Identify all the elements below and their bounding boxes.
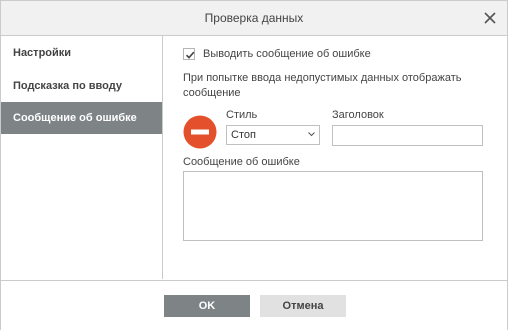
sidebar-item-settings[interactable]: Настройки <box>1 37 162 69</box>
stop-icon <box>183 115 217 149</box>
close-icon <box>484 12 496 24</box>
sidebar-item-error-message[interactable]: Сообщение об ошибке <box>1 102 162 134</box>
show-error-row: Выводить сообщение об ошибке <box>183 47 371 61</box>
sidebar-item-label: Сообщение об ошибке <box>13 112 137 124</box>
checkmark-icon <box>185 51 195 59</box>
sidebar: Настройки Подсказка по вводу Сообщение о… <box>1 36 163 279</box>
dialog-titlebar: Проверка данных <box>1 1 507 36</box>
dialog-title: Проверка данных <box>204 11 304 25</box>
message-label: Сообщение об ошибке <box>183 156 300 168</box>
data-validation-dialog: Проверка данных Настройки Подсказка по в… <box>0 0 508 330</box>
cancel-button[interactable]: Отмена <box>260 295 346 317</box>
show-error-label: Выводить сообщение об ошибке <box>203 48 371 60</box>
sidebar-item-input-hint[interactable]: Подсказка по вводу <box>1 70 162 102</box>
sidebar-item-label: Настройки <box>13 47 72 59</box>
style-select[interactable]: Стоп <box>226 125 320 145</box>
style-select-value: Стоп <box>231 129 256 141</box>
title-label: Заголовок <box>332 109 384 121</box>
sidebar-item-label: Подсказка по вводу <box>13 80 122 92</box>
message-textarea[interactable] <box>183 171 483 241</box>
style-label: Стиль <box>226 109 258 121</box>
ok-button[interactable]: OK <box>164 295 250 317</box>
close-button[interactable] <box>481 9 499 27</box>
chevron-down-icon <box>308 132 315 137</box>
show-error-checkbox[interactable] <box>183 48 195 60</box>
title-input[interactable] <box>332 125 483 146</box>
dialog-footer: OK Отмена <box>1 280 507 330</box>
error-message-panel: Выводить сообщение об ошибке При попытке… <box>163 36 507 279</box>
hint-text: При попытке ввода недопустимых данных от… <box>183 72 462 99</box>
